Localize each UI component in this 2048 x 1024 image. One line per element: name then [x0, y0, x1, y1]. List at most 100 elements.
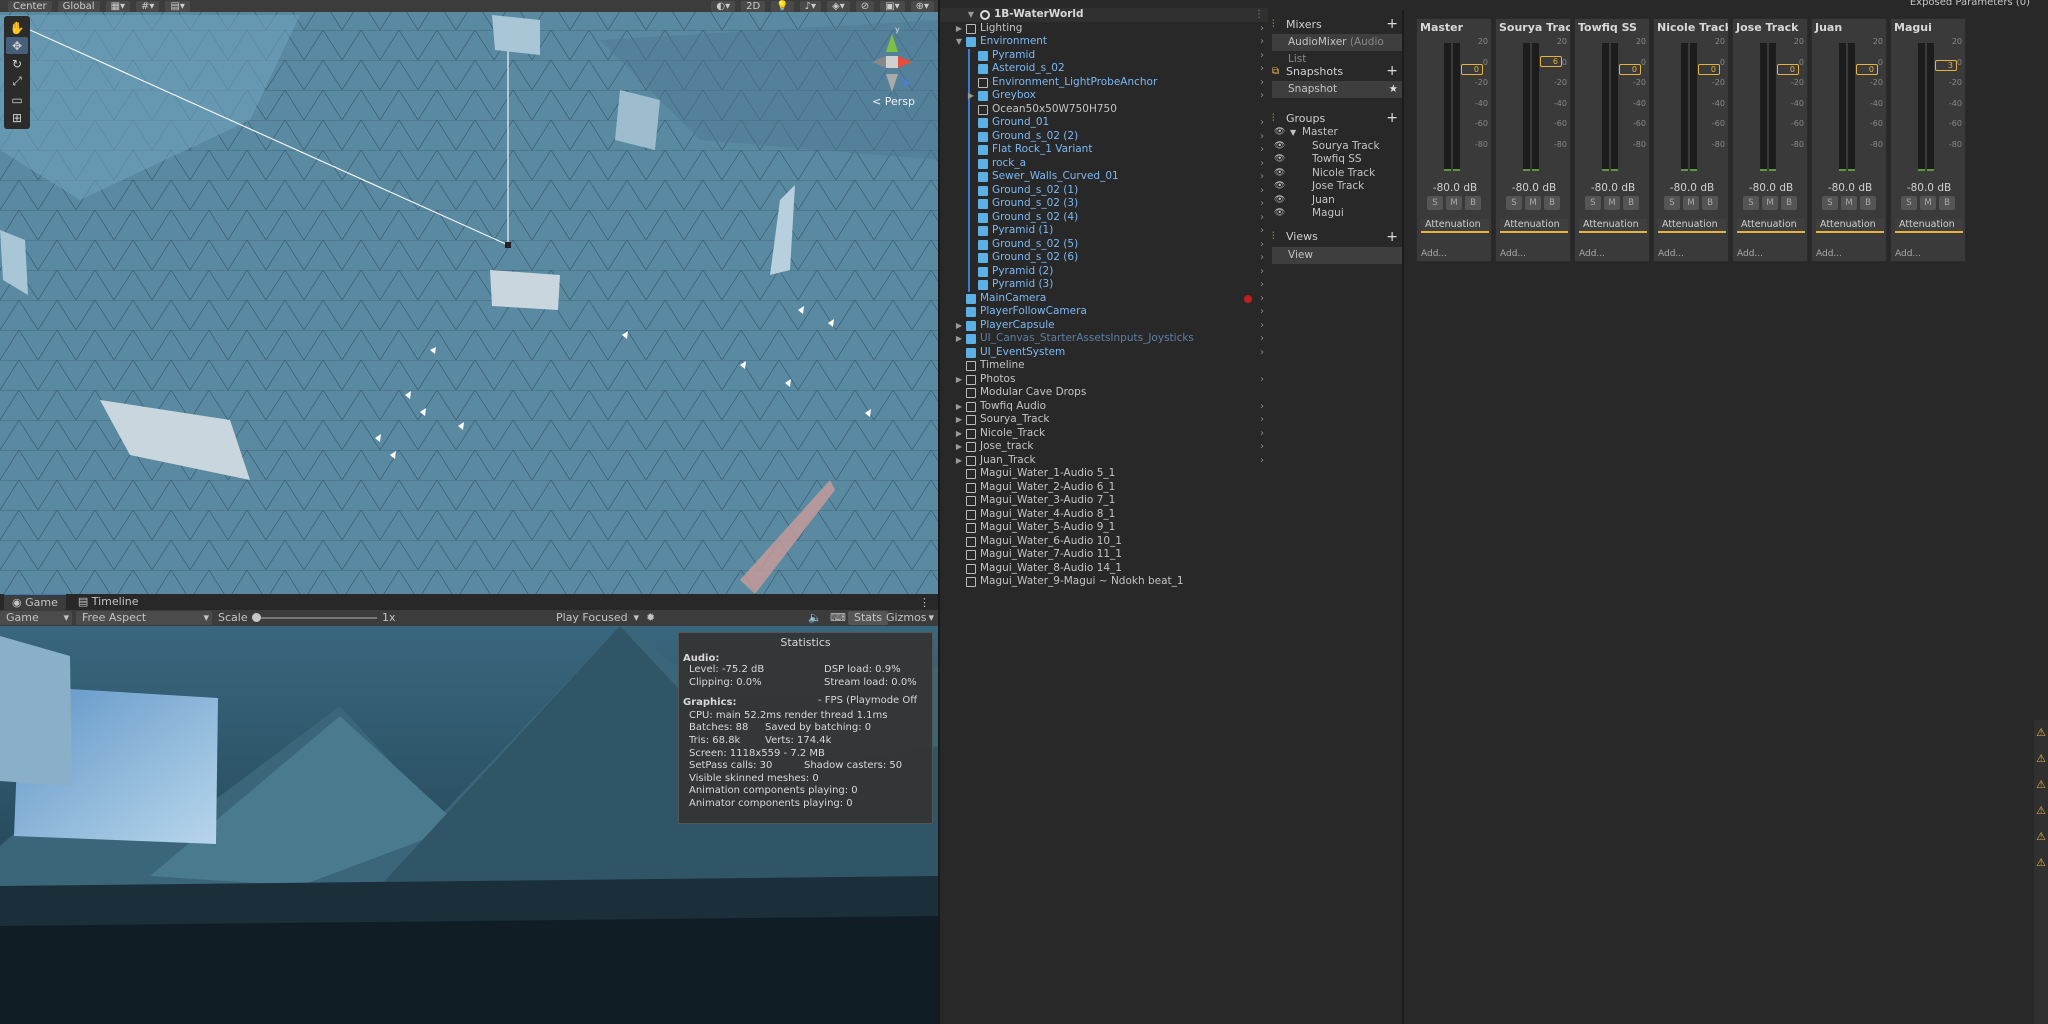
scale-tool-icon[interactable]: ⤢ [6, 73, 28, 90]
hierarchy-item[interactable]: ▶ PlayerCapsule › [940, 319, 1268, 333]
volume-fader[interactable]: 0 [1461, 63, 1483, 75]
open-prefab-icon[interactable]: › [1260, 184, 1264, 198]
solo-button[interactable]: S [1901, 196, 1917, 210]
hierarchy-item[interactable]: Timeline [940, 359, 1268, 373]
star-icon[interactable]: ★ [1389, 81, 1398, 98]
scene-root-row[interactable]: ▼ 1B-WaterWorld ⋮ [940, 8, 1268, 22]
expanded-arrow-icon[interactable]: ▼ [1290, 126, 1296, 140]
open-prefab-icon[interactable]: › [1260, 211, 1264, 225]
gizmos-dropdown-icon[interactable]: ⊕▾ [910, 0, 934, 12]
open-prefab-icon[interactable]: › [1260, 400, 1264, 414]
hierarchy-item[interactable]: Magui_Water_1-Audio 5_1 [940, 467, 1268, 481]
add-view-button[interactable]: + [1386, 229, 1398, 245]
mixer-divider[interactable] [1402, 10, 1404, 1024]
collapsed-arrow-icon[interactable]: ▶ [954, 22, 964, 36]
hierarchy-item[interactable]: ▶ Towfiq Audio › [940, 400, 1268, 414]
add-effect-button[interactable]: Add... [1816, 249, 1842, 259]
volume-fader[interactable]: 3 [1935, 59, 1957, 71]
hierarchy-item[interactable]: ▶ Photos › [940, 373, 1268, 387]
attenuation-effect[interactable]: Attenuation [1737, 219, 1805, 233]
open-prefab-icon[interactable]: › [1260, 76, 1264, 90]
bypass-button[interactable]: B [1465, 196, 1481, 210]
aspect-dropdown[interactable]: Free Aspect ▾ [76, 611, 212, 625]
rotate-tool-icon[interactable]: ↻ [6, 55, 28, 72]
open-prefab-icon[interactable]: › [1260, 62, 1264, 76]
scene-menu-icon[interactable]: ⋮ [1254, 8, 1264, 22]
scene-view[interactable]: Center Global ▦▾ #▾ ▤▾ ◐▾ 2D 💡 ♪▾ ◈▾ ⊘ ▣… [0, 0, 938, 594]
bypass-button[interactable]: B [1939, 196, 1955, 210]
hierarchy-item[interactable]: Flat Rock_1 Variant › [940, 143, 1268, 157]
bypass-button[interactable]: B [1860, 196, 1876, 210]
audio-toggle-icon[interactable]: ♪▾ [799, 0, 822, 12]
visibility-eye-icon[interactable]: 👁 [1274, 153, 1285, 167]
rect-tool-icon[interactable]: ▭ [6, 91, 28, 108]
hierarchy-item[interactable]: Pyramid (3) › [940, 278, 1268, 292]
mute-button[interactable]: M [1604, 196, 1620, 210]
channel-name[interactable]: Nicole Track [1654, 19, 1728, 36]
hierarchy-item[interactable]: Pyramid › [940, 48, 1268, 62]
group-item[interactable]: 👁 ▼ Master [1272, 126, 1402, 140]
hierarchy-item[interactable]: ▶ Nicole_Track › [940, 427, 1268, 441]
effects-dropdown-icon[interactable]: ◈▾ [827, 0, 850, 12]
snapshot-item[interactable]: Snapshot ★ [1272, 81, 1402, 98]
scale-slider-thumb[interactable] [252, 613, 261, 622]
hierarchy-item[interactable]: ▶ Lighting › [940, 22, 1268, 36]
open-prefab-icon[interactable]: › [1260, 170, 1264, 184]
collapsed-arrow-icon[interactable]: ▶ [954, 373, 964, 387]
visibility-eye-icon[interactable]: 👁 [1274, 180, 1285, 194]
hierarchy-item[interactable]: rock_a › [940, 156, 1268, 170]
solo-button[interactable]: S [1427, 196, 1443, 210]
bypass-button[interactable]: B [1781, 196, 1797, 210]
visibility-eye-icon[interactable]: 👁 [1274, 167, 1285, 181]
hierarchy-item[interactable]: Ground_01 › [940, 116, 1268, 130]
solo-button[interactable]: S [1585, 196, 1601, 210]
group-item[interactable]: 👁 Towfiq SS [1272, 153, 1402, 167]
visibility-eye-icon[interactable]: 👁 [1274, 207, 1285, 221]
open-prefab-icon[interactable]: › [1260, 427, 1264, 441]
bypass-button[interactable]: B [1623, 196, 1639, 210]
mute-button[interactable]: M [1525, 196, 1541, 210]
view-item[interactable]: View [1272, 246, 1402, 264]
hierarchy-item[interactable]: MainCamera › [940, 292, 1268, 306]
hierarchy-item[interactable]: Ground_s_02 (2) › [940, 129, 1268, 143]
attenuation-effect[interactable]: Attenuation [1816, 219, 1884, 233]
hierarchy-item[interactable]: Modular Cave Drops [940, 386, 1268, 400]
transform-tool-icon[interactable]: ⊞ [6, 109, 28, 126]
lighting-toggle-icon[interactable]: 💡 [771, 0, 794, 12]
bypass-button[interactable]: B [1702, 196, 1718, 210]
add-effect-button[interactable]: Add... [1658, 249, 1684, 259]
attenuation-effect[interactable]: Attenuation [1579, 219, 1647, 233]
open-prefab-icon[interactable]: › [1260, 278, 1264, 292]
layers-dropdown[interactable]: ▤▾ [165, 0, 190, 12]
open-prefab-icon[interactable]: › [1260, 440, 1264, 454]
move-tool-icon[interactable]: ✥ [6, 37, 28, 54]
group-item[interactable]: 👁 Nicole Track [1272, 167, 1402, 181]
collapsed-arrow-icon[interactable]: ▶ [954, 319, 964, 333]
open-prefab-icon[interactable]: › [1260, 319, 1264, 333]
add-effect-button[interactable]: Add... [1421, 249, 1447, 259]
hierarchy-item[interactable]: Ground_s_02 (4) › [940, 210, 1268, 225]
volume-fader[interactable]: 0 [1856, 63, 1878, 75]
open-prefab-icon[interactable]: › [1260, 346, 1264, 360]
hierarchy-item[interactable]: Ground_s_02 (6) › [940, 251, 1268, 265]
hierarchy-search-bar[interactable] [940, 0, 1268, 8]
expanded-arrow-icon[interactable]: ▼ [954, 35, 964, 49]
grid-dropdown[interactable]: #▾ [136, 0, 160, 12]
add-effect-button[interactable]: Add... [1579, 249, 1605, 259]
hierarchy-item[interactable]: Asteroid_s_02 › [940, 62, 1268, 76]
hierarchy-item[interactable]: Magui_Water_9-Magui ~ Ndokh beat_1 [940, 575, 1268, 589]
open-prefab-icon[interactable]: › [1260, 265, 1264, 279]
attenuation-effect[interactable]: Attenuation [1500, 219, 1568, 233]
solo-button[interactable]: S [1664, 196, 1680, 210]
add-mixer-button[interactable]: + [1386, 16, 1398, 32]
hierarchy-item[interactable]: ▶ Greybox › [940, 89, 1268, 103]
mute-button[interactable]: M [1762, 196, 1778, 210]
solo-button[interactable]: S [1506, 196, 1522, 210]
hierarchy-item[interactable]: ▶ Jose_track › [940, 440, 1268, 454]
hierarchy-item[interactable]: Magui_Water_7-Audio 11_1 [940, 548, 1268, 562]
open-prefab-icon[interactable]: › [1260, 454, 1264, 468]
bug-icon[interactable]: ✹ [646, 611, 655, 625]
hierarchy-item[interactable]: UI_EventSystem › [940, 346, 1268, 360]
tab-timeline[interactable]: ▤ Timeline [70, 594, 147, 610]
hidden-toggle-icon[interactable]: ⊘ [855, 0, 875, 12]
